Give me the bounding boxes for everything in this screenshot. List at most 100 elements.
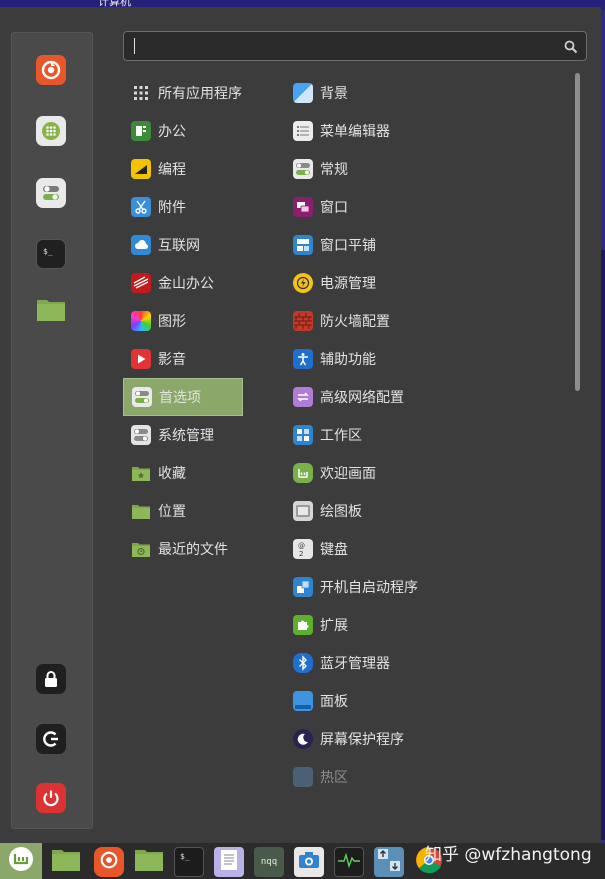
workspaces-icon <box>293 425 313 445</box>
app-background[interactable]: 背景 <box>285 74 565 112</box>
search-input[interactable] <box>132 35 556 59</box>
category-places[interactable]: 位置 <box>123 492 243 530</box>
app-label: 高级网络配置 <box>320 390 404 406</box>
favorite-files[interactable] <box>36 294 66 324</box>
svg-text:2: 2 <box>299 550 303 557</box>
taskbar-menu-button[interactable] <box>0 843 42 879</box>
watermark-text: 知乎 @wfzhangtong <box>425 845 592 865</box>
menu-editor-icon <box>293 121 313 141</box>
category-recent-files[interactable]: 最近的文件 <box>123 530 243 568</box>
folder-icon <box>36 296 66 322</box>
terminal-icon: $_ <box>40 243 62 265</box>
category-programming[interactable]: 编程 <box>123 150 243 188</box>
taskbar-show-desktop[interactable] <box>51 847 81 877</box>
firefox-icon <box>40 59 62 81</box>
app-welcome-screen[interactable]: 欢迎画面 <box>285 454 565 492</box>
camera-icon <box>298 851 320 873</box>
preferences-icon <box>132 387 152 407</box>
cloud-icon <box>131 235 151 255</box>
power-icon <box>41 788 61 808</box>
firewall-icon <box>293 311 313 331</box>
app-screensaver[interactable]: 屏幕保护程序 <box>285 720 565 758</box>
category-internet[interactable]: 互联网 <box>123 226 243 264</box>
app-panel[interactable]: 面板 <box>285 682 565 720</box>
extensions-icon <box>293 615 313 635</box>
favorite-software-manager[interactable] <box>36 116 66 146</box>
app-graphics-tablet[interactable]: 绘图板 <box>285 492 565 530</box>
graphics-icon <box>131 311 151 331</box>
taskbar-firefox[interactable] <box>94 847 124 877</box>
welcome-icon <box>293 463 313 483</box>
app-label: 窗口平铺 <box>320 238 376 254</box>
tablet-icon <box>293 501 313 521</box>
app-power-management[interactable]: 电源管理 <box>285 264 565 302</box>
panel-icon <box>293 691 313 711</box>
app-label: 窗口 <box>320 200 348 216</box>
app-general[interactable]: 常规 <box>285 150 565 188</box>
power-management-icon <box>293 273 313 293</box>
app-advanced-network[interactable]: 高级网络配置 <box>285 378 565 416</box>
category-all-applications[interactable]: 所有应用程序 <box>123 74 243 112</box>
taskbar-terminal[interactable]: $_ <box>174 847 204 877</box>
app-extensions[interactable]: 扩展 <box>285 606 565 644</box>
programming-icon <box>131 159 151 179</box>
app-label: 开机自启动程序 <box>320 580 418 596</box>
taskbar-files[interactable] <box>134 847 164 877</box>
places-folder-icon <box>131 501 151 521</box>
text-cursor <box>134 38 135 54</box>
desktop-icon <box>51 848 81 876</box>
favorites-folder-icon <box>131 463 151 483</box>
category-preferences[interactable]: 首选项 <box>123 378 243 416</box>
category-graphics[interactable]: 图形 <box>123 302 243 340</box>
taskbar-nqq[interactable]: nqq <box>254 847 284 877</box>
app-startup-applications[interactable]: 开机自启动程序 <box>285 568 565 606</box>
lock-icon <box>41 669 61 689</box>
taskbar-system-monitor[interactable] <box>334 847 364 877</box>
logout-icon <box>41 729 61 749</box>
app-hot-corners[interactable]: 热区 <box>285 758 565 796</box>
favorite-terminal[interactable]: $_ <box>36 239 66 269</box>
folder-icon <box>134 848 164 876</box>
software-manager-icon <box>40 120 62 142</box>
logout-button[interactable] <box>36 724 66 754</box>
lock-screen-button[interactable] <box>36 664 66 694</box>
quit-button[interactable] <box>36 783 66 813</box>
category-office[interactable]: 办公 <box>123 112 243 150</box>
taskbar-update-manager[interactable] <box>374 847 404 877</box>
application-list: 背景 菜单编辑器 常规 窗口 窗口平铺 电源管理 防火墙配置 辅助功能 高级网络… <box>285 74 565 796</box>
category-administration[interactable]: 系统管理 <box>123 416 243 454</box>
bluetooth-icon <box>293 653 313 673</box>
category-label: 首选项 <box>159 390 201 406</box>
mint-menu-icon <box>8 846 34 876</box>
app-bluetooth-manager[interactable]: 蓝牙管理器 <box>285 644 565 682</box>
accessibility-icon <box>293 349 313 369</box>
category-favorites[interactable]: 收藏 <box>123 454 243 492</box>
app-label: 扩展 <box>320 618 348 634</box>
category-label: 图形 <box>158 314 186 330</box>
app-window-tiling[interactable]: 窗口平铺 <box>285 226 565 264</box>
nqq-icon: nqq <box>260 857 278 867</box>
app-label: 蓝牙管理器 <box>320 656 390 672</box>
app-menu-editor[interactable]: 菜单编辑器 <box>285 112 565 150</box>
app-workspaces[interactable]: 工作区 <box>285 416 565 454</box>
category-label: 编程 <box>158 162 186 178</box>
category-sound-video[interactable]: 影音 <box>123 340 243 378</box>
category-accessories[interactable]: 附件 <box>123 188 243 226</box>
category-wps-office[interactable]: 金山办公 <box>123 264 243 302</box>
favorite-firefox[interactable] <box>36 55 66 85</box>
window-tiling-icon <box>293 235 313 255</box>
taskbar-screenshot[interactable] <box>294 847 324 877</box>
text-editor-icon <box>220 849 238 875</box>
scrollbar[interactable] <box>575 73 580 391</box>
search-box[interactable] <box>123 31 587 61</box>
media-icon <box>131 349 151 369</box>
update-icon <box>377 848 401 876</box>
app-keyboard[interactable]: @2 键盘 <box>285 530 565 568</box>
app-accessibility[interactable]: 辅助功能 <box>285 340 565 378</box>
network-icon <box>293 387 313 407</box>
taskbar-text-editor[interactable] <box>214 847 244 877</box>
app-windows[interactable]: 窗口 <box>285 188 565 226</box>
app-firewall[interactable]: 防火墙配置 <box>285 302 565 340</box>
favorite-system-settings[interactable] <box>36 178 66 208</box>
app-label: 工作区 <box>320 428 362 444</box>
